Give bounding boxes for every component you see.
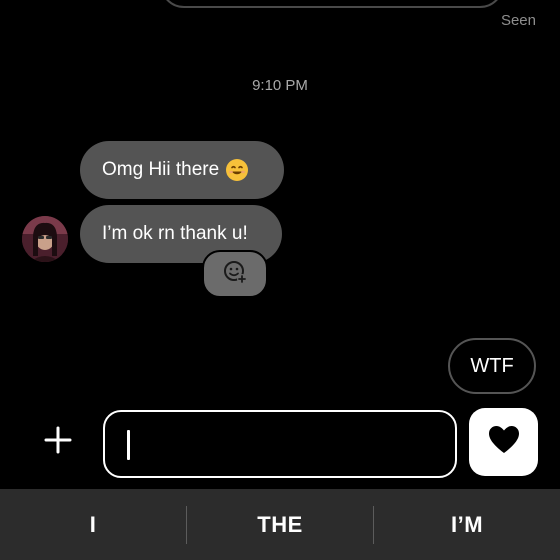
quick-reply-button[interactable]: WTF	[448, 338, 536, 394]
message-text: I’m ok rn thank u!	[102, 223, 248, 244]
add-reaction-icon	[222, 259, 248, 290]
message-input[interactable]	[105, 412, 455, 476]
incoming-message-bubble[interactable]: Omg Hii there	[80, 141, 284, 199]
plus-icon	[43, 425, 73, 460]
heart-icon	[488, 425, 520, 460]
smiling-face-emoji-icon	[225, 158, 249, 182]
attach-button[interactable]	[36, 420, 80, 464]
seen-status: Seen	[500, 12, 536, 29]
text-caret	[127, 430, 130, 460]
add-reaction-button[interactable]	[202, 250, 268, 298]
suggestion-item[interactable]: I	[0, 489, 186, 560]
chat-screen: Seen 9:10 PM Omg Hii there I’m ok rn tha…	[0, 0, 560, 560]
message-text: Omg Hii there	[102, 159, 220, 180]
previous-message-bubble	[160, 0, 504, 8]
suggestion-item[interactable]: I’M	[374, 489, 560, 560]
keyboard-suggestion-bar: I THE I’M	[0, 489, 560, 560]
message-timestamp: 9:10 PM	[252, 77, 308, 94]
suggestion-item[interactable]: THE	[187, 489, 373, 560]
like-button[interactable]	[469, 408, 538, 476]
avatar[interactable]	[22, 216, 68, 262]
message-composer[interactable]	[103, 410, 457, 478]
